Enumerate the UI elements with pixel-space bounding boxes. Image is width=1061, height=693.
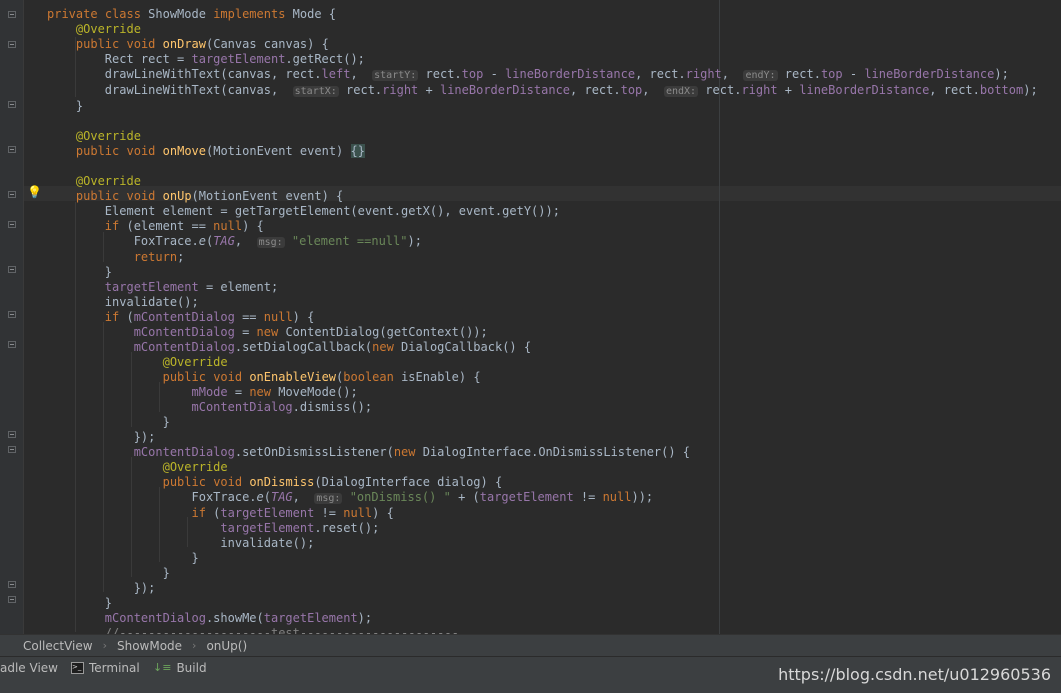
code-line: } bbox=[47, 596, 113, 610]
fold-marker-icon[interactable] bbox=[8, 596, 16, 603]
fold-marker-icon[interactable] bbox=[8, 266, 16, 273]
build-tab[interactable]: ↓≡ Build bbox=[153, 660, 207, 676]
code-line: mContentDialog = new ContentDialog(getCo… bbox=[133, 325, 488, 339]
build-label: Build bbox=[176, 661, 207, 675]
code-line: if (element == null) { bbox=[104, 219, 264, 233]
code-line: } bbox=[47, 99, 84, 113]
terminal-icon: >_ bbox=[71, 662, 84, 674]
code-line: mContentDialog.setOnDismissListener(new … bbox=[133, 445, 691, 459]
code-line: targetElement = element; bbox=[104, 280, 279, 294]
code-line: Rect rect = targetElement.getRect(); bbox=[47, 52, 365, 66]
code-line: if (targetElement != null) { bbox=[191, 506, 394, 520]
code-line: public void onDraw(Canvas canvas) { bbox=[75, 37, 329, 51]
gutter-divider bbox=[23, 0, 24, 634]
fold-marker-icon[interactable] bbox=[8, 431, 16, 438]
watermark: https://blog.csdn.net/u012960536 bbox=[778, 665, 1051, 684]
fold-marker-icon[interactable] bbox=[8, 191, 16, 198]
code-line: if (mContentDialog == null) { bbox=[104, 310, 315, 324]
tool-window-bar: adle View >_ Terminal ↓≡ Build https://b… bbox=[0, 656, 1061, 693]
code-line: public void onEnableView(boolean isEnabl… bbox=[162, 370, 481, 384]
code-line: FoxTrace.e(TAG, msg: "onDismiss() " + (t… bbox=[47, 490, 654, 504]
code-line: } bbox=[47, 551, 199, 565]
fold-marker-icon[interactable] bbox=[8, 101, 16, 108]
code-line: public void onUp(MotionEvent event) { bbox=[75, 189, 344, 203]
build-icon: ↓≡ bbox=[153, 661, 172, 674]
code-line: drawLineWithText(canvas, startX: rect.ri… bbox=[47, 83, 1038, 97]
code-line: FoxTrace.e(TAG, msg: "element ==null"); bbox=[47, 234, 422, 248]
terminal-label: Terminal bbox=[89, 661, 140, 675]
code-line: mMode = new MoveMode(); bbox=[191, 385, 358, 399]
breadcrumb: CollectView › ShowMode › onUp() bbox=[0, 634, 1061, 656]
fold-marker-icon[interactable] bbox=[8, 11, 16, 18]
code-line: @Override bbox=[162, 460, 228, 474]
code-line: @Override bbox=[75, 22, 141, 36]
code-editor[interactable]: private class ShowMode implements Mode {… bbox=[47, 7, 1038, 641]
code-line: mContentDialog.dismiss(); bbox=[191, 400, 373, 414]
code-line: drawLineWithText(canvas, rect.left, star… bbox=[47, 67, 1009, 81]
fold-marker-icon[interactable] bbox=[8, 341, 16, 348]
code-line: } bbox=[47, 415, 170, 429]
code-line: @Override bbox=[75, 174, 141, 188]
code-line: }); bbox=[47, 581, 156, 595]
terminal-tab[interactable]: >_ Terminal bbox=[71, 660, 140, 676]
gradle-view-label: adle View bbox=[0, 661, 58, 675]
code-line: @Override bbox=[75, 129, 141, 143]
breadcrumb-item[interactable]: onUp() bbox=[202, 636, 251, 656]
code-line: } bbox=[47, 566, 170, 580]
lightbulb-icon[interactable]: 💡 bbox=[27, 185, 42, 200]
code-line: invalidate(); bbox=[47, 536, 315, 550]
fold-marker-icon[interactable] bbox=[8, 581, 16, 588]
fold-marker-icon[interactable] bbox=[8, 221, 16, 228]
fold-marker-icon[interactable] bbox=[8, 311, 16, 318]
code-line: public void onMove(MotionEvent event) {} bbox=[75, 144, 365, 158]
code-line: private class ShowMode implements Mode { bbox=[47, 7, 337, 21]
breadcrumb-item[interactable]: CollectView bbox=[0, 636, 97, 656]
code-line: public void onDismiss(DialogInterface di… bbox=[162, 475, 503, 489]
breadcrumb-item[interactable]: ShowMode bbox=[113, 636, 186, 656]
code-line: }); bbox=[47, 430, 156, 444]
code-line: @Override bbox=[162, 355, 228, 369]
fold-marker-icon[interactable] bbox=[8, 146, 16, 153]
code-line: mContentDialog.showMe(targetElement); bbox=[104, 611, 373, 625]
fold-marker-icon[interactable] bbox=[8, 446, 16, 453]
fold-marker-icon[interactable] bbox=[8, 41, 16, 48]
code-line: return; bbox=[133, 250, 185, 264]
chevron-right-icon: › bbox=[102, 639, 107, 652]
code-line: mContentDialog.setDialogCallback(new Dia… bbox=[133, 340, 532, 354]
code-line: } bbox=[47, 265, 113, 279]
code-line: invalidate(); bbox=[47, 295, 199, 309]
chevron-right-icon: › bbox=[192, 639, 197, 652]
code-line: targetElement.reset(); bbox=[220, 521, 380, 535]
gradle-view-tab[interactable]: adle View bbox=[0, 660, 58, 676]
code-line: Element element = getTargetElement(event… bbox=[47, 204, 560, 218]
